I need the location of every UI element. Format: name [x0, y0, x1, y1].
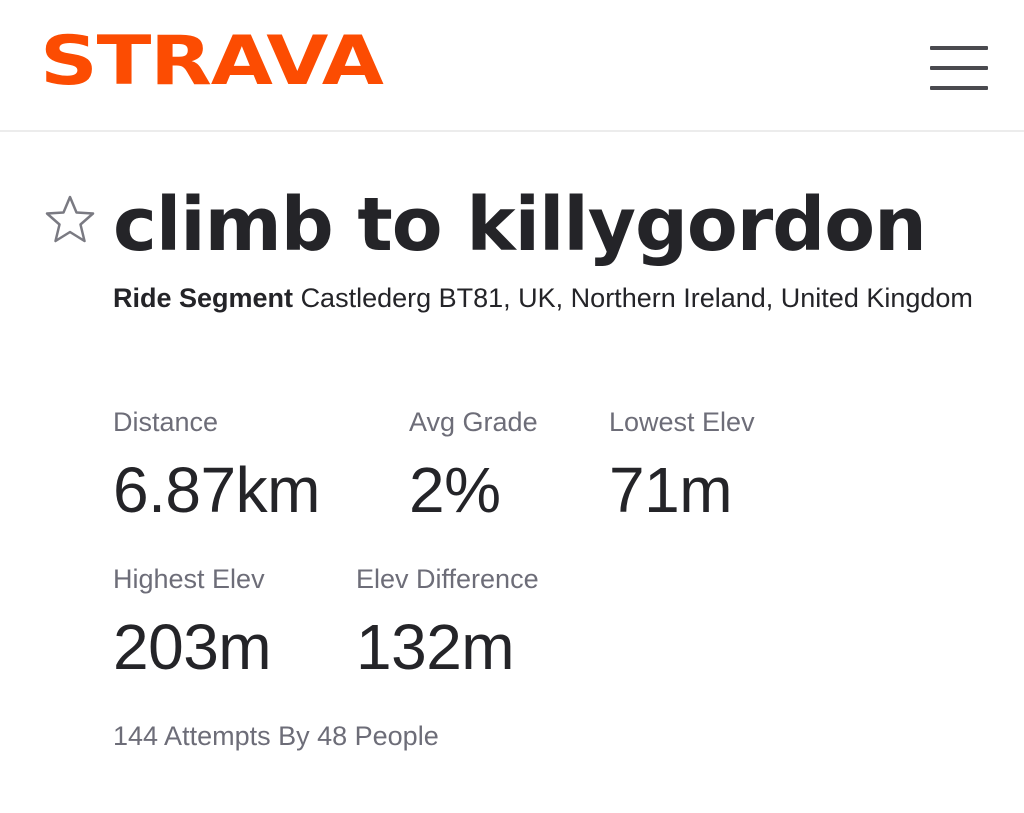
menu-bar-bottom [930, 86, 988, 90]
star-icon-svg [45, 195, 95, 243]
hamburger-menu-icon[interactable] [920, 38, 996, 98]
menu-bar-top [930, 46, 988, 50]
stat-elev-difference: Elev Difference 132m [356, 563, 539, 683]
stat-label: Highest Elev [113, 564, 265, 594]
stat-label: Lowest Elev [609, 407, 755, 437]
stat-avg-grade: Avg Grade 2% [409, 406, 538, 526]
strava-logo[interactable]: STRAVA [40, 28, 384, 96]
stat-lowest-elev: Lowest Elev 71m [609, 406, 755, 526]
stat-value: 71m [609, 454, 732, 526]
segment-subtitle: Ride Segment Castlederg BT81, UK, Northe… [113, 278, 973, 318]
stat-value: 2% [409, 454, 501, 526]
stat-label: Elev Difference [356, 564, 539, 594]
stat-value: 6.87km [113, 454, 320, 526]
menu-bar-middle [930, 66, 988, 70]
segment-type: Ride Segment [113, 283, 294, 313]
stat-highest-elev: Highest Elev 203m [113, 563, 272, 683]
stat-label: Distance [113, 407, 219, 437]
site-header: STRAVA [0, 0, 1024, 132]
attempts-summary: 144 Attempts By 48 People [113, 721, 439, 751]
stat-value: 203m [113, 611, 272, 683]
segment-location: Castlederg BT81, UK, Northern Ireland, U… [300, 283, 973, 313]
stat-label: Avg Grade [409, 407, 538, 437]
stat-value: 132m [356, 611, 515, 683]
star-outline-icon[interactable] [40, 192, 100, 248]
stat-distance: Distance 6.87km [113, 406, 320, 526]
segment-title: climb to killygordon [113, 182, 927, 268]
